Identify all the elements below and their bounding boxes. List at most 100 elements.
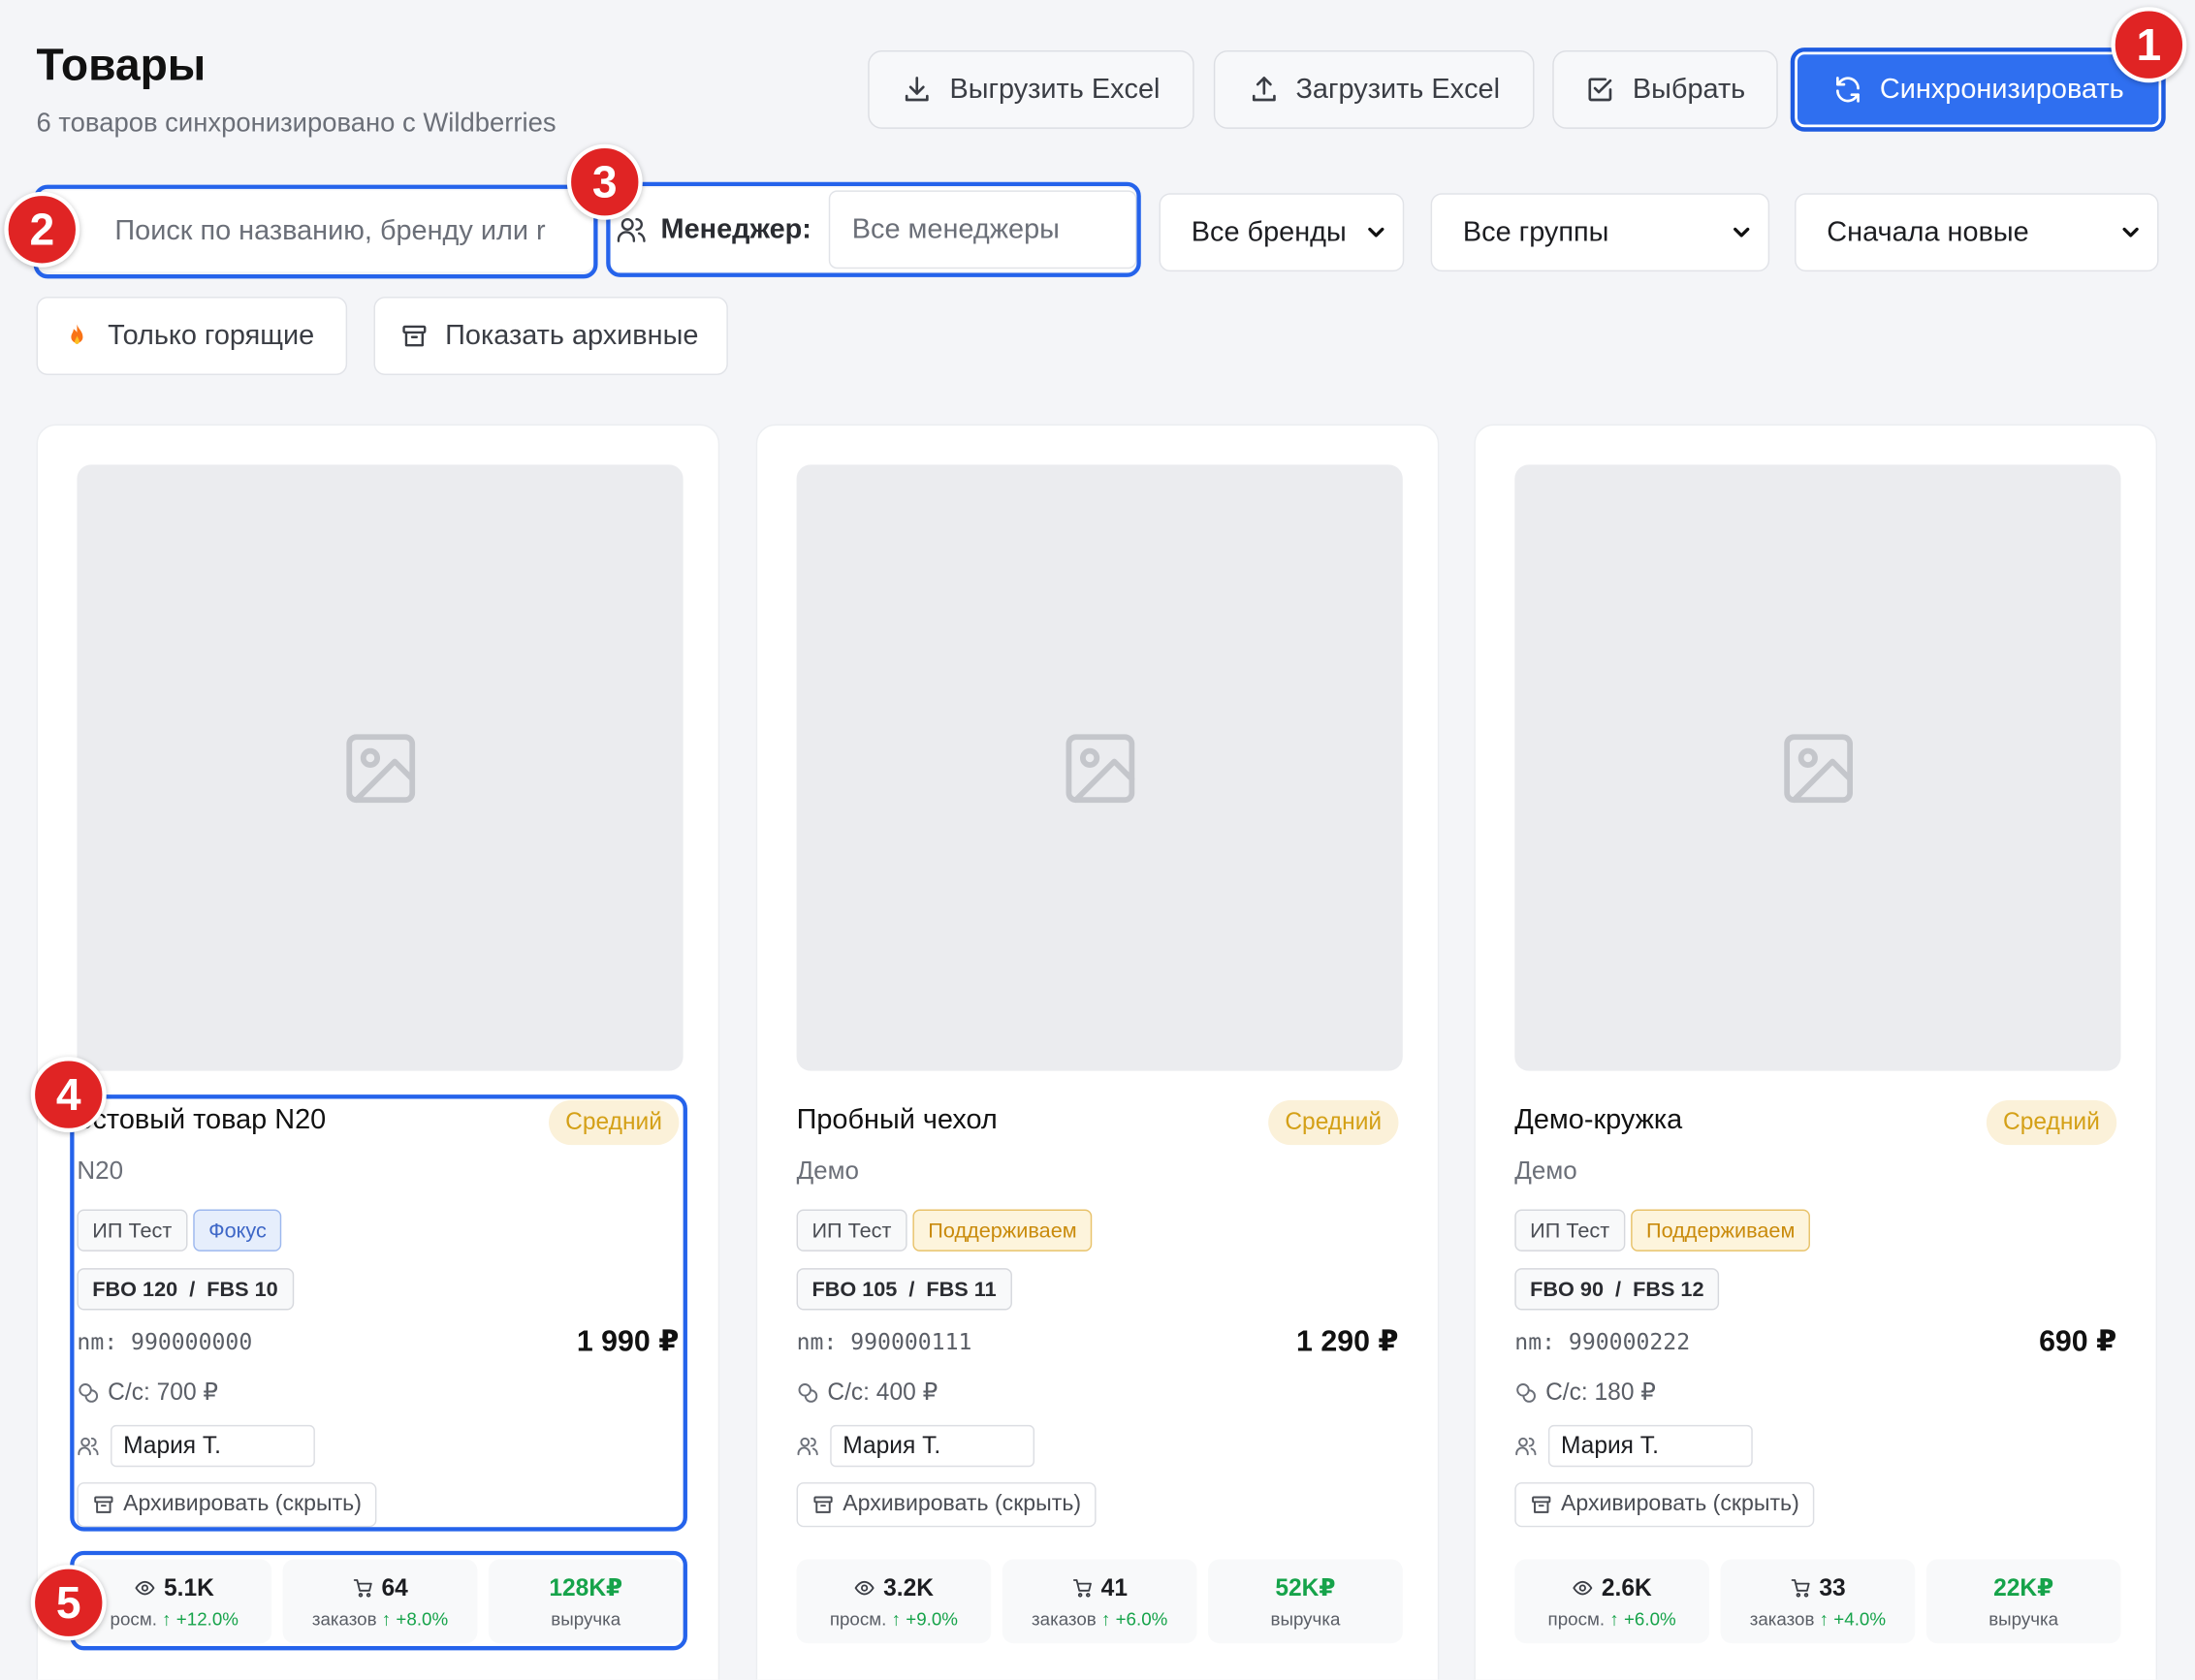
cost-price-text: С/с: 700 ₽: [108, 1379, 219, 1406]
select-label: Выбрать: [1632, 73, 1746, 105]
company-tag: ИП Тест: [1514, 1209, 1626, 1252]
product-image-placeholder: [1514, 464, 2121, 1071]
product-card[interactable]: Пробный чехол Средний Демо ИП Тест Подде…: [755, 424, 1440, 1680]
archive-button-label: Архивировать (скрыть): [1560, 1492, 1799, 1516]
export-excel-button[interactable]: Выгрузить Excel: [868, 49, 1194, 129]
orders-delta: ↑ +8.0%: [381, 1607, 449, 1629]
orders-delta-value: +8.0%: [396, 1607, 449, 1629]
annotation-marker-2: 2: [4, 191, 80, 268]
import-excel-button[interactable]: Загрузить Excel: [1213, 49, 1535, 129]
archive-icon: [402, 325, 427, 347]
groups-select-value: Все группы: [1462, 216, 1609, 247]
cost-price: С/с: 180 ₽: [1514, 1379, 1656, 1407]
manager-filter: Менеджер: Все менеджеры: [610, 187, 1137, 272]
eye-icon: [135, 1580, 155, 1596]
revenue-value: 128K₽: [549, 1573, 623, 1601]
image-icon: [345, 733, 415, 803]
hot-only-toggle[interactable]: Только горящие: [36, 297, 348, 375]
status-tag: Поддерживаем: [912, 1209, 1093, 1252]
eye-icon: [854, 1580, 875, 1596]
cost-price: С/с: 700 ₽: [77, 1379, 218, 1407]
coins-icon: [79, 1383, 99, 1403]
orders-label: заказов: [311, 1607, 377, 1629]
groups-select[interactable]: Все группы: [1430, 193, 1770, 272]
archive-button[interactable]: Архивировать (скрыть): [796, 1482, 1097, 1528]
image-icon: [1783, 733, 1853, 803]
archive-icon: [94, 1496, 113, 1513]
views-delta-value: +12.0%: [175, 1607, 239, 1629]
chevron-down-icon: [1734, 227, 1750, 238]
product-name: Пробный чехол: [796, 1104, 998, 1136]
manager-assign: Мария Т.: [1514, 1424, 1753, 1468]
orders-label: заказов: [1749, 1607, 1815, 1629]
sync-button[interactable]: Синхронизировать: [1790, 48, 2166, 132]
manager-select-value: Мария Т.: [843, 1432, 941, 1459]
sort-select-value: Сначала новые: [1827, 216, 2029, 247]
orders-stat: 41 заказов ↑ +6.0%: [1002, 1559, 1197, 1644]
product-image-placeholder: [77, 464, 684, 1071]
views-delta-value: +6.0%: [1623, 1607, 1676, 1629]
sync-label: Синхронизировать: [1879, 73, 2124, 105]
product-price: 1 290 ₽: [1296, 1325, 1399, 1358]
nm-id: nm: 990000000: [77, 1328, 253, 1355]
cart-icon: [1072, 1579, 1092, 1598]
product-card[interactable]: Демо-кружка Средний Демо ИП Тест Поддерж…: [1474, 424, 2158, 1680]
views-value: 5.1K: [163, 1573, 214, 1601]
coins-icon: [1516, 1383, 1536, 1403]
product-brand: Демо: [1514, 1156, 1577, 1185]
hot-only-label: Только горящие: [108, 319, 315, 351]
manager-select-value: Мария Т.: [123, 1432, 222, 1459]
product-stats: 5.1K росм. ↑ +12.0% 64 заказов ↑ +8.0% 1…: [77, 1559, 684, 1644]
users-icon: [617, 218, 646, 242]
select-button[interactable]: Выбрать: [1552, 49, 1778, 129]
chevron-down-icon: [1368, 227, 1384, 238]
stock-badge: FBO 90 / FBS 12: [1514, 1268, 1720, 1311]
annotation-marker-5: 5: [30, 1565, 107, 1641]
search-placeholder: Поиск по названию, бренду или r: [114, 214, 546, 246]
manager-select[interactable]: Мария Т.: [830, 1424, 1035, 1468]
sort-select[interactable]: Сначала новые: [1795, 193, 2159, 272]
annotation-marker-1: 1: [2111, 7, 2187, 83]
company-tag: ИП Тест: [77, 1209, 188, 1252]
image-icon: [1065, 733, 1134, 803]
manager-select[interactable]: Мария Т.: [111, 1424, 315, 1468]
manager-input[interactable]: Все менеджеры: [828, 190, 1137, 269]
eye-icon: [1573, 1580, 1593, 1596]
manager-select-value: Мария Т.: [1560, 1432, 1659, 1459]
views-delta: ↑ +9.0%: [891, 1607, 959, 1629]
orders-stat: 64 заказов ↑ +8.0%: [282, 1559, 478, 1644]
views-delta: ↑ +6.0%: [1609, 1607, 1676, 1629]
users-icon: [78, 1437, 99, 1456]
checkbox-icon: [1588, 78, 1612, 102]
stock-badge: FBO 105 / FBS 11: [796, 1268, 1012, 1311]
cost-price: С/с: 400 ₽: [797, 1379, 938, 1407]
annotation-marker-3: 3: [566, 143, 643, 220]
annotation-marker-4: 4: [30, 1057, 107, 1133]
nm-id: nm: 990000111: [796, 1328, 972, 1355]
orders-delta-value: +6.0%: [1115, 1607, 1168, 1629]
brands-select[interactable]: Все бренды: [1159, 193, 1405, 272]
product-name: Демо-кружка: [1514, 1104, 1683, 1136]
archive-button[interactable]: Архивировать (скрыть): [77, 1482, 377, 1528]
cost-price-text: С/с: 180 ₽: [1545, 1379, 1656, 1406]
product-price: 1 990 ₽: [576, 1325, 680, 1358]
product-brand: Демо: [796, 1156, 859, 1185]
manager-select[interactable]: Мария Т.: [1547, 1424, 1753, 1468]
views-value: 3.2K: [883, 1573, 935, 1601]
manager-placeholder: Все менеджеры: [851, 213, 1060, 244]
views-delta: ↑ +12.0%: [162, 1607, 239, 1629]
chevron-down-icon: [2122, 227, 2139, 238]
archive-button[interactable]: Архивировать (скрыть): [1514, 1482, 1815, 1528]
archive-button-label: Архивировать (скрыть): [843, 1492, 1082, 1516]
import-excel-label: Загрузить Excel: [1295, 73, 1500, 105]
page-subtitle: 6 товаров синхронизировано с Wildberries: [36, 109, 557, 139]
revenue-label: выручка: [1270, 1607, 1341, 1629]
nm-id: nm: 990000222: [1514, 1328, 1691, 1355]
fire-icon: [71, 324, 83, 344]
revenue-stat: 128K₽ выручка: [488, 1559, 684, 1644]
product-card[interactable]: естовый товар N20 Средний N20 ИП Тест Фо…: [36, 424, 720, 1680]
search-input[interactable]: Поиск по названию, бренду или r: [36, 190, 594, 272]
revenue-value: 52K₽: [1275, 1573, 1336, 1601]
revenue-label: выручка: [1988, 1607, 2059, 1629]
show-archived-toggle[interactable]: Показать архивные: [373, 297, 728, 375]
